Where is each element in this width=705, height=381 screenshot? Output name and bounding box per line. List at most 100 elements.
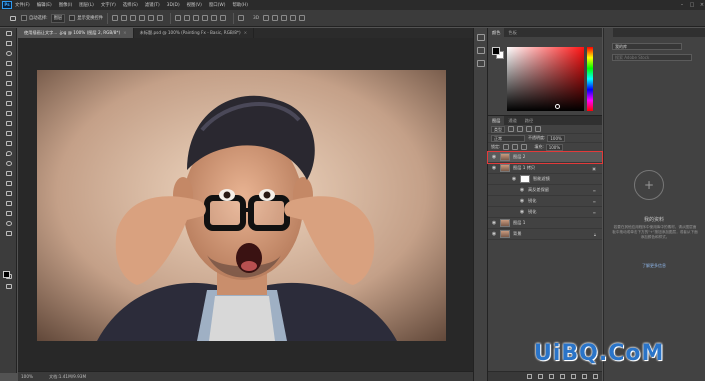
clone-stamp-tool-icon[interactable] — [3, 109, 14, 118]
layer-row[interactable]: ◉ 图层 1 — [488, 218, 602, 229]
eraser-tool-icon[interactable] — [3, 129, 14, 138]
layer-row[interactable]: ◉ 背景 🔒︎ — [488, 229, 602, 240]
close-icon[interactable]: × — [244, 28, 248, 38]
menu-layer[interactable]: 图层(L) — [79, 2, 94, 8]
lock-all-icon[interactable] — [521, 144, 528, 150]
smart-filter-row[interactable]: ◉ 智能滤镜 — [488, 174, 602, 185]
visibility-eye-icon[interactable]: ◉ — [518, 187, 526, 193]
path-select-tool-icon[interactable] — [3, 189, 14, 198]
trash-icon[interactable] — [593, 374, 598, 379]
type-tool-icon[interactable] — [3, 179, 14, 188]
visibility-eye-icon[interactable]: ◉ — [518, 198, 526, 204]
menu-help[interactable]: 帮助(H) — [232, 2, 248, 8]
align-top-icon[interactable] — [112, 15, 119, 21]
close-icon[interactable]: × — [123, 28, 127, 38]
align-bottom-icon[interactable] — [130, 15, 137, 21]
learn-more-link[interactable]: 了解更多信息 — [604, 263, 704, 269]
document-tab-active[interactable]: 使用插画让文字... .jpg @ 100% (图层 2, RGB/8*) × — [18, 28, 134, 38]
history-panel-icon[interactable] — [477, 34, 485, 41]
3d-roll-icon[interactable] — [272, 15, 279, 21]
lock-pixels-icon[interactable] — [503, 144, 510, 150]
tab-layers[interactable]: 图层 — [488, 116, 505, 125]
filter-row[interactable]: ◉ 锐化 ≡ — [488, 207, 602, 218]
document-canvas-image[interactable] — [37, 70, 446, 341]
auto-select-dropdown[interactable]: 图层 — [50, 13, 66, 23]
filter-row[interactable]: ◉ 高反差保留 ≡ — [488, 185, 602, 196]
distribute-right-icon[interactable] — [220, 15, 227, 21]
visibility-eye-icon[interactable]: ◉ — [490, 220, 498, 226]
quick-select-tool-icon[interactable] — [3, 59, 14, 68]
align-vcenter-icon[interactable] — [121, 15, 128, 21]
filter-shape-icon[interactable] — [535, 126, 541, 132]
distribute-top-icon[interactable] — [175, 15, 182, 21]
lock-position-icon[interactable] — [512, 144, 519, 150]
new-group-icon[interactable] — [571, 374, 576, 379]
color-picker-cursor[interactable] — [555, 104, 560, 109]
auto-select-checkbox[interactable] — [21, 15, 27, 21]
filter-options-icon[interactable]: ≡ — [593, 210, 596, 215]
fill-input[interactable]: 100% — [545, 143, 564, 151]
zoom-tool-icon[interactable] — [3, 219, 14, 228]
filter-options-icon[interactable]: ≡ — [593, 199, 596, 204]
blur-tool-icon[interactable] — [3, 149, 14, 158]
menu-image[interactable]: 图像(I) — [59, 2, 73, 8]
tab-paths[interactable]: 路径 — [521, 116, 537, 125]
stock-search-input[interactable]: 搜索 Adobe Stock — [612, 54, 692, 61]
visibility-eye-icon[interactable]: ◉ — [490, 154, 498, 160]
menu-file[interactable]: 文件(F) — [15, 2, 30, 8]
filter-type-icon[interactable] — [526, 126, 532, 132]
hue-slider[interactable] — [587, 47, 593, 111]
close-icon[interactable]: × — [699, 2, 705, 8]
filter-pixel-icon[interactable] — [508, 126, 514, 132]
hand-tool-icon[interactable] — [3, 209, 14, 218]
new-adjustment-icon[interactable] — [560, 374, 565, 379]
layer-row-selected[interactable]: ◉ 图层 2 — [487, 151, 603, 164]
visibility-eye-icon[interactable]: ◉ — [490, 165, 498, 171]
3d-scale-icon[interactable] — [299, 15, 306, 21]
filter-adjustment-icon[interactable] — [517, 126, 523, 132]
opacity-input[interactable]: 100% — [547, 134, 565, 142]
zoom-level[interactable]: 100% — [21, 372, 33, 381]
3d-pan-icon[interactable] — [281, 15, 288, 21]
move-tool-icon[interactable] — [3, 29, 14, 38]
brush-tool-icon[interactable] — [3, 99, 14, 108]
foreground-color-swatch[interactable] — [3, 271, 10, 278]
tab-color[interactable]: 颜色 — [488, 28, 505, 37]
show-transform-checkbox[interactable] — [69, 15, 76, 21]
marquee-tool-icon[interactable] — [3, 39, 14, 48]
distribute-bottom-icon[interactable] — [193, 15, 200, 21]
visibility-eye-icon[interactable]: ◉ — [510, 176, 518, 182]
foreground-color-swatch[interactable] — [492, 47, 500, 55]
link-layers-icon[interactable] — [527, 374, 532, 379]
add-mask-icon[interactable] — [549, 374, 554, 379]
menu-type[interactable]: 文字(Y) — [101, 2, 116, 8]
rectangle-tool-icon[interactable] — [3, 199, 14, 208]
filter-options-icon[interactable]: ≡ — [593, 188, 596, 193]
filter-row[interactable]: ◉ 锐化 ≡ — [488, 196, 602, 207]
history-brush-tool-icon[interactable] — [3, 119, 14, 128]
document-tab[interactable]: 未标题.psd @ 100% (Painting Fx - Basic, RGB… — [134, 28, 255, 38]
move-tool-preset-icon[interactable] — [7, 14, 18, 23]
distribute-vcenter-icon[interactable] — [184, 15, 191, 21]
dodge-tool-icon[interactable] — [3, 159, 14, 168]
new-layer-icon[interactable] — [582, 374, 587, 379]
menu-3d[interactable]: 3D(D) — [167, 3, 180, 8]
menu-select[interactable]: 选择(S) — [123, 2, 138, 8]
menu-edit[interactable]: 编辑(E) — [37, 2, 52, 8]
menu-window[interactable]: 窗口(W) — [209, 2, 226, 8]
auto-align-icon[interactable] — [238, 15, 245, 21]
more-tools-icon[interactable] — [3, 229, 14, 238]
visibility-eye-icon[interactable]: ◉ — [490, 231, 498, 237]
tab-swatches[interactable]: 色板 — [504, 28, 520, 37]
add-style-icon[interactable] — [538, 374, 543, 379]
align-left-icon[interactable] — [139, 15, 146, 21]
distribute-hcenter-icon[interactable] — [211, 15, 218, 21]
filter-type-dropdown[interactable]: 类型 — [491, 125, 505, 133]
3d-rotate-icon[interactable] — [263, 15, 270, 21]
eyedropper-tool-icon[interactable] — [3, 79, 14, 88]
menu-view[interactable]: 视图(V) — [187, 2, 202, 8]
align-hcenter-icon[interactable] — [148, 15, 155, 21]
menu-filter[interactable]: 滤镜(T) — [145, 2, 160, 8]
pen-tool-icon[interactable] — [3, 169, 14, 178]
gradient-tool-icon[interactable] — [3, 139, 14, 148]
